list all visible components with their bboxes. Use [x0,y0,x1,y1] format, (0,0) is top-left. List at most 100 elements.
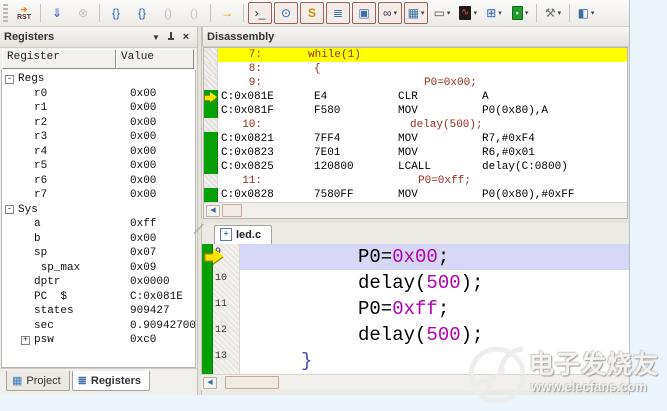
disassembly-hscrollbar[interactable]: ◀ [203,202,628,219]
register-row[interactable]: sec0.90942700 [2,319,195,334]
trace-window-button[interactable]: ⊞▾ [482,2,506,24]
toolbar-grip[interactable] [3,4,8,22]
register-row[interactable]: r60x00 [2,174,195,189]
step-over-button[interactable]: {} [130,2,154,24]
register-group-row[interactable]: -Regs [2,72,195,87]
register-row[interactable]: r70x00 [2,188,195,203]
scroll-left-arrow-icon[interactable]: ◀ [206,205,220,217]
register-value: 0xc0 [130,333,156,348]
disassembly-row[interactable]: C:0x08217FF4MOVR7,#0xF4 [204,132,627,146]
register-row[interactable]: +psw0xc0 [2,333,195,348]
value-column-header[interactable]: Value [116,49,194,69]
disassembly-row-body: C:0x081FF580MOVP0(0x80),A [218,104,627,118]
register-row[interactable]: r20x00 [2,116,195,131]
register-row[interactable]: b0x00 [2,232,195,247]
system-viewer-button[interactable]: ▪▾ [508,2,532,24]
panel-close-icon[interactable]: × [179,30,193,44]
scrollbar-thumb[interactable] [222,204,242,217]
disassembly-row[interactable]: C:0x08287580FFMOVP0(0x80),#0xFF [204,188,627,202]
layout-button[interactable]: ◧▾ [574,2,598,24]
register-row[interactable]: r30x00 [2,130,195,145]
step-into-button[interactable]: {} [104,2,128,24]
register-row[interactable]: dptr0x0000 [2,275,195,290]
show-next-statement-button[interactable]: → [215,2,239,24]
dock-tab-project[interactable]: ▦Project [6,371,70,391]
register-row[interactable]: PC $C:0x081E [2,290,195,305]
code-token: ); [461,272,484,294]
scrollbar-thumb[interactable] [225,376,279,389]
dock-tab-registers[interactable]: ≣Registers [72,371,150,391]
disassembly-row[interactable]: 8:{ [204,62,627,76]
disassembly-row[interactable]: 7:while(1) [204,48,627,62]
editor-tab-ledc[interactable]: + led.c [214,225,272,244]
register-row[interactable]: sp0x07 [2,246,195,261]
stop-button[interactable]: ⊗ [71,2,95,24]
editor-line-number: 12 [213,322,239,348]
analysis-window-button[interactable]: ∿▾ [456,2,480,24]
panel-pin-icon[interactable] [164,30,178,44]
register-column-header[interactable]: Register [2,49,116,69]
toolbar-separator [536,4,537,22]
disassembly-row[interactable]: C:0x08237E01MOVR6,#0x01 [204,146,627,160]
dock-tab-strip: ▦Project≣Registers [0,368,197,395]
serial-window-button[interactable]: ▭▾ [430,2,454,24]
editor-code-line[interactable]: P0=0xff; [240,296,629,322]
toolbox-button[interactable]: ⚒▾ [541,2,565,24]
tree-expand-icon[interactable]: + [21,336,30,345]
disassembly-row[interactable]: 10:delay(500); [204,118,627,132]
disassembly-row[interactable]: 11:P0=0xff; [204,174,627,188]
reset-cpu-button[interactable]: ➔RST [12,2,36,24]
symbols-window-button[interactable]: S [300,2,324,24]
editor-hscrollbar[interactable]: ◀ [201,374,629,390]
disassembly-gutter [204,146,218,160]
run-to-cursor-button[interactable]: () [182,2,206,24]
call-stack-window-button[interactable]: ▣ [352,2,376,24]
editor-text-area[interactable]: P0=0x00;delay(500);P0=0xff;delay(500);} [240,244,629,374]
disassembly-window-button[interactable]: ⊙ [274,2,298,24]
asm-opcode: 7580FF [314,188,398,202]
watch-window-button[interactable]: ∞▾ [378,2,402,24]
registers-window-button[interactable]: ≣ [326,2,350,24]
editor-code-line[interactable]: delay(500); [240,270,629,296]
register-value: 0xff [130,217,156,232]
dropdown-caret-icon[interactable]: ▾ [447,9,451,17]
register-row[interactable]: states909427 [2,304,195,319]
editor-code-line[interactable]: P0=0x00; [240,244,629,270]
dropdown-caret-icon[interactable]: ▾ [591,9,595,17]
register-row[interactable]: r50x00 [2,159,195,174]
source-line-number: 8: [218,62,262,76]
command-window-button[interactable]: ›_ [248,2,272,24]
asm-mnemonic: MOV [398,188,482,202]
editor-code-line[interactable]: } [240,348,629,374]
register-value: 0x00 [130,101,156,116]
register-row[interactable]: a0xff [2,217,195,232]
dropdown-caret-icon[interactable]: ▾ [558,9,562,17]
memory-window-button[interactable]: ▦▾ [404,2,428,24]
register-row[interactable]: r10x00 [2,101,195,116]
dropdown-caret-icon[interactable]: ▾ [394,9,398,17]
dropdown-caret-icon[interactable]: ▾ [525,9,529,17]
tree-expand-icon[interactable]: - [5,75,14,84]
scroll-left-arrow-icon[interactable]: ◀ [203,377,217,389]
register-row[interactable]: sp_max0x09 [2,261,195,276]
register-row[interactable]: r00x00 [2,87,195,102]
dropdown-caret-icon[interactable]: ▾ [473,9,477,17]
disassembly-row[interactable]: 9:P0=0x00; [204,76,627,90]
disassembly-row[interactable]: C:0x0825120800LCALLdelay(C:0800) [204,160,627,174]
editor-code-line[interactable]: delay(500); [240,322,629,348]
disassembly-row[interactable]: C:0x081EE4CLRA [204,90,627,104]
asm-operands: R7,#0xF4 [482,132,535,146]
step-out-button[interactable]: () [156,2,180,24]
disassembly-row[interactable]: C:0x081FF580MOVP0(0x80),A [204,104,627,118]
tree-expand-icon[interactable]: - [5,205,14,214]
source-file-icon: + [220,228,232,241]
dropdown-caret-icon[interactable]: ▾ [498,9,502,17]
dropdown-caret-icon[interactable]: ▾ [421,9,425,17]
disassembly-content: 7:while(1)8:{9:P0=0x00;C:0x081EE4CLRAC:0… [203,47,628,202]
asm-operands: P0(0x80),A [482,104,548,118]
register-row[interactable]: r40x00 [2,145,195,160]
panel-menu-caret-icon[interactable]: ▼ [149,30,163,44]
run-button[interactable]: ⇓ [45,2,69,24]
bottom-strip [201,390,629,395]
register-group-row[interactable]: -Sys [2,203,195,218]
